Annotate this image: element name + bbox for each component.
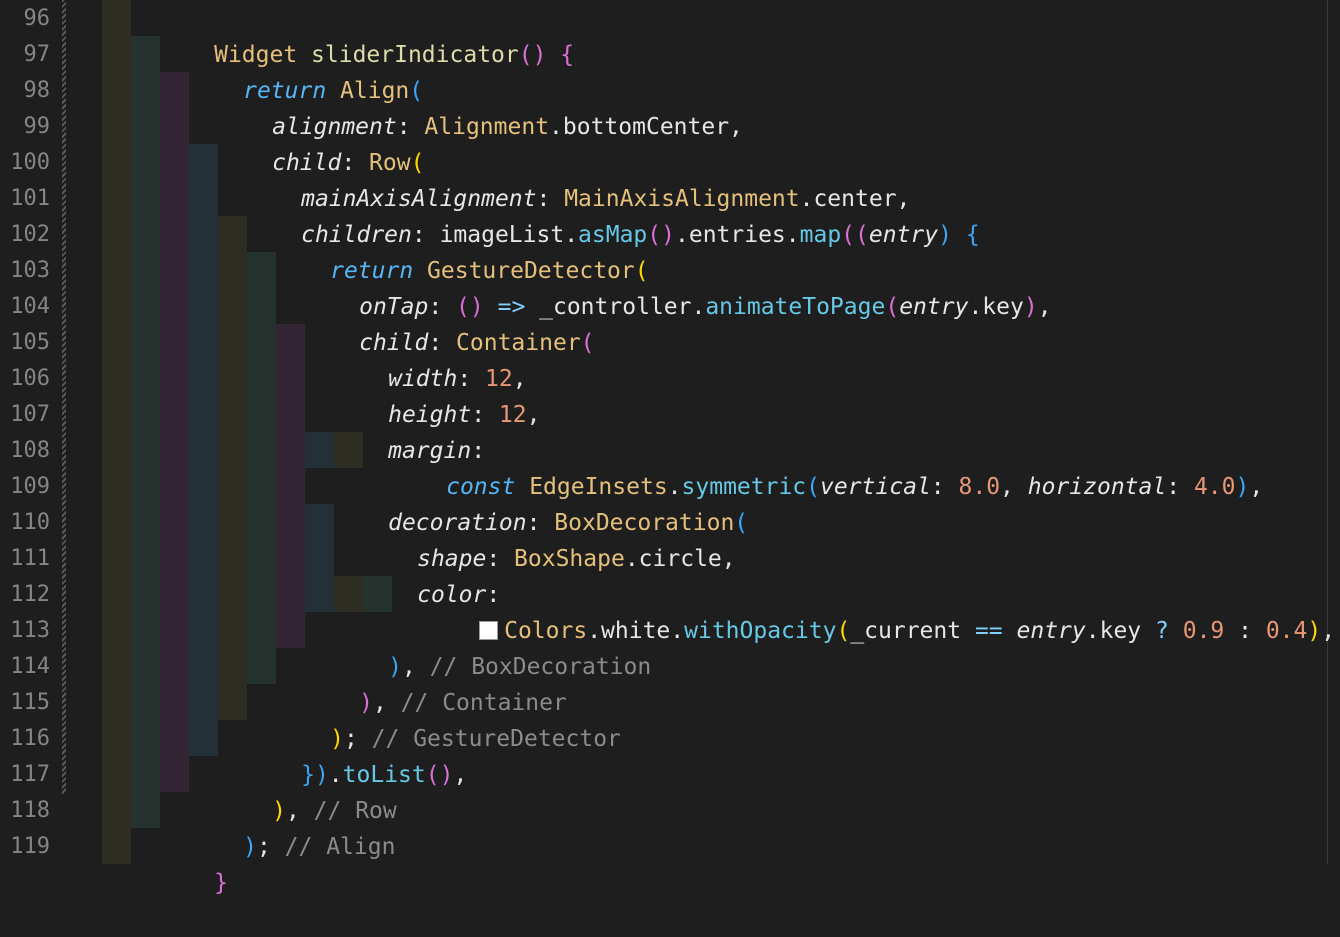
line-number: 116 [10, 726, 50, 751]
line-number: 119 [10, 834, 50, 859]
line-number: 117 [10, 762, 50, 787]
code-line: return Align( [243, 78, 424, 104]
line-number: 110 [10, 510, 50, 535]
line-number: 113 [10, 618, 50, 643]
line-number: 99 [23, 114, 51, 139]
indent-guide [160, 72, 189, 792]
code-line: ), // BoxDecoration [388, 654, 652, 680]
indent-guide [218, 216, 247, 720]
line-number: 103 [10, 258, 50, 283]
code-editor[interactable]: 96 97 98 99 100 101 102 103 104 105 106 … [0, 0, 1340, 896]
code-line: return GestureDetector( [330, 258, 649, 284]
indent-guide [102, 0, 131, 864]
code-line: decoration: BoxDecoration( [388, 510, 749, 536]
line-number: 96 [23, 6, 51, 31]
vertical-ruler [1327, 0, 1328, 864]
indent-guide [131, 36, 160, 828]
line-number: 112 [10, 582, 50, 607]
code-line: Colors.white.withOpacity(_current == ent… [396, 577, 1335, 644]
code-line: color: [417, 582, 501, 608]
code-line: onTap: () => _controller.animateToPage(e… [359, 294, 1052, 320]
line-number: 118 [10, 798, 50, 823]
line-number: 97 [23, 42, 51, 67]
code-line: height: 12, [388, 402, 541, 428]
code-line: ), // Container [359, 690, 567, 716]
indent-guide [189, 144, 218, 756]
code-line: alignment: Alignment.bottomCenter, [272, 114, 743, 140]
git-modified-indicator [62, 0, 66, 794]
line-number: 98 [23, 78, 51, 103]
code-line: const EdgeInsets.symmetric(vertical: 8.0… [446, 474, 1264, 500]
line-number: 101 [10, 186, 50, 211]
code-line: Widget sliderIndicator() { [214, 42, 575, 68]
code-line: ), // Row [272, 798, 397, 824]
line-number-gutter: 96 97 98 99 100 101 102 103 104 105 106 … [0, 0, 70, 864]
line-number: 114 [10, 654, 50, 679]
code-line: ); // Align [243, 834, 396, 860]
line-number: 109 [10, 474, 50, 499]
code-line: width: 12, [388, 366, 527, 392]
code-line: } [214, 870, 228, 896]
code-text-area[interactable]: Widget sliderIndicator() { return Align(… [70, 0, 1340, 896]
code-line: }).toList(), [301, 762, 468, 788]
code-line: mainAxisAlignment: MainAxisAlignment.cen… [301, 186, 911, 212]
line-number: 102 [10, 222, 50, 247]
line-number: 100 [10, 150, 50, 175]
code-line: child: Row( [272, 150, 425, 176]
code-line: children: imageList.asMap().entries.map(… [301, 222, 980, 248]
line-number: 115 [10, 690, 50, 715]
code-line: shape: BoxShape.circle, [417, 546, 736, 572]
code-line: margin: [388, 438, 486, 464]
code-line: child: Container( [359, 330, 595, 356]
code-line: ); // GestureDetector [330, 726, 621, 752]
line-number: 106 [10, 366, 50, 391]
line-number: 111 [10, 546, 50, 571]
line-number: 104 [10, 294, 50, 319]
line-number: 105 [10, 330, 50, 355]
line-number: 108 [10, 438, 50, 463]
line-number: 107 [10, 402, 50, 427]
